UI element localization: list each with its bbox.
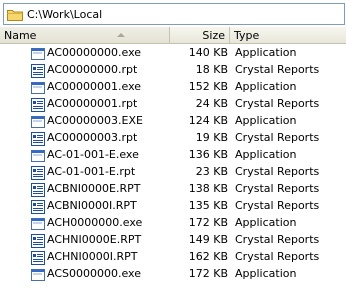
file-row[interactable]: AC00000000.rpt 18 KB Crystal Reports bbox=[0, 61, 346, 78]
file-type: Crystal Reports bbox=[235, 63, 320, 76]
column-header-size[interactable]: Size bbox=[170, 27, 230, 43]
file-name-cell: ACS0000000.exe bbox=[0, 267, 170, 283]
file-size: 149 KB bbox=[188, 233, 228, 246]
crystal-reports-icon bbox=[30, 182, 46, 198]
file-name-cell: AC00000001.exe bbox=[0, 80, 170, 96]
file-size: 136 KB bbox=[188, 148, 228, 161]
file-name-cell: AC-01-001-E.rpt bbox=[0, 165, 170, 181]
application-icon bbox=[30, 148, 46, 164]
column-header-size-label: Size bbox=[202, 28, 225, 42]
file-name-cell: AC00000001.rpt bbox=[0, 97, 170, 113]
file-row[interactable]: AC00000000.exe 140 KB Application bbox=[0, 44, 346, 61]
file-name-cell: ACBNI0000E.RPT bbox=[0, 182, 170, 198]
crystal-reports-icon bbox=[30, 250, 46, 266]
file-name-cell: AC-01-001-E.exe bbox=[0, 148, 170, 164]
file-name-cell: ACHNI0000E.RPT bbox=[0, 233, 170, 249]
column-header-name[interactable]: Name bbox=[0, 27, 170, 43]
file-size: 152 KB bbox=[188, 80, 228, 93]
explorer-window: C:\Work\Local Name Size Type AC00000000.… bbox=[0, 0, 346, 302]
file-type: Application bbox=[235, 114, 297, 127]
file-type: Application bbox=[235, 80, 297, 93]
file-size: 135 KB bbox=[188, 199, 228, 212]
crystal-reports-icon bbox=[30, 165, 46, 181]
file-type: Application bbox=[235, 267, 297, 280]
file-name: ACBNI0000E.RPT bbox=[47, 182, 141, 195]
file-name-cell: AC00000000.exe bbox=[0, 46, 170, 62]
file-size: 172 KB bbox=[188, 267, 228, 280]
file-type: Crystal Reports bbox=[235, 199, 320, 212]
crystal-reports-icon bbox=[30, 199, 46, 215]
crystal-reports-icon bbox=[30, 63, 46, 79]
application-icon bbox=[30, 267, 46, 283]
crystal-reports-icon bbox=[30, 97, 46, 113]
file-row[interactable]: ACS0000000.exe 172 KB Application bbox=[0, 265, 346, 282]
file-name: ACHNI0000E.RPT bbox=[47, 233, 142, 246]
file-size: 24 KB bbox=[195, 97, 228, 110]
crystal-reports-icon bbox=[30, 233, 46, 249]
column-header: Name Size Type bbox=[0, 27, 346, 44]
file-size: 23 KB bbox=[195, 165, 228, 178]
file-size: 140 KB bbox=[188, 46, 228, 59]
file-row[interactable]: AC00000003.EXE 124 KB Application bbox=[0, 112, 346, 129]
file-name: ACBNI0000I.RPT bbox=[47, 199, 137, 212]
file-type: Crystal Reports bbox=[235, 131, 320, 144]
application-icon bbox=[30, 80, 46, 96]
file-size: 18 KB bbox=[195, 63, 228, 76]
file-size: 124 KB bbox=[188, 114, 228, 127]
file-row[interactable]: AC-01-001-E.exe 136 KB Application bbox=[0, 146, 346, 163]
file-size: 138 KB bbox=[188, 182, 228, 195]
crystal-reports-icon bbox=[30, 131, 46, 147]
file-type: Crystal Reports bbox=[235, 165, 320, 178]
file-name: AC00000000.exe bbox=[47, 46, 142, 59]
file-name-cell: ACH0000000.exe bbox=[0, 216, 170, 232]
file-size: 172 KB bbox=[188, 216, 228, 229]
file-name-cell: ACBNI0000I.RPT bbox=[0, 199, 170, 215]
file-name-cell: ACHNI0000I.RPT bbox=[0, 250, 170, 266]
file-name: AC00000001.rpt bbox=[47, 97, 138, 110]
file-name: AC00000003.rpt bbox=[47, 131, 138, 144]
file-name: AC-01-001-E.exe bbox=[47, 148, 139, 161]
file-name: AC00000001.exe bbox=[47, 80, 142, 93]
file-name: AC-01-001-E.rpt bbox=[47, 165, 136, 178]
file-name-cell: AC00000000.rpt bbox=[0, 63, 170, 79]
address-bar[interactable]: C:\Work\Local bbox=[3, 3, 345, 25]
file-row[interactable]: ACHNI0000E.RPT 149 KB Crystal Reports bbox=[0, 231, 346, 248]
sort-ascending-icon bbox=[117, 33, 125, 37]
file-row[interactable]: AC00000003.rpt 19 KB Crystal Reports bbox=[0, 129, 346, 146]
file-name-cell: AC00000003.EXE bbox=[0, 114, 170, 130]
file-type: Application bbox=[235, 46, 297, 59]
application-icon bbox=[30, 114, 46, 130]
file-type: Crystal Reports bbox=[235, 97, 320, 110]
file-type: Crystal Reports bbox=[235, 250, 320, 263]
file-row[interactable]: AC00000001.rpt 24 KB Crystal Reports bbox=[0, 95, 346, 112]
file-name: AC00000003.EXE bbox=[47, 114, 143, 127]
file-name: ACS0000000.exe bbox=[47, 267, 141, 280]
file-size: 162 KB bbox=[188, 250, 228, 263]
file-list: AC00000000.exe 140 KB Application AC0000000… bbox=[0, 44, 346, 282]
file-row[interactable]: ACHNI0000I.RPT 162 KB Crystal Reports bbox=[0, 248, 346, 265]
file-size: 19 KB bbox=[195, 131, 228, 144]
file-name: AC00000000.rpt bbox=[47, 63, 138, 76]
column-header-type[interactable]: Type bbox=[230, 27, 346, 43]
file-name-cell: AC00000003.rpt bbox=[0, 131, 170, 147]
file-type: Application bbox=[235, 216, 297, 229]
file-type: Crystal Reports bbox=[235, 182, 320, 195]
file-row[interactable]: ACH0000000.exe 172 KB Application bbox=[0, 214, 346, 231]
file-row[interactable]: ACBNI0000E.RPT 138 KB Crystal Reports bbox=[0, 180, 346, 197]
address-path: C:\Work\Local bbox=[27, 7, 103, 21]
file-type: Application bbox=[235, 148, 297, 161]
file-row[interactable]: ACBNI0000I.RPT 135 KB Crystal Reports bbox=[0, 197, 346, 214]
file-name: ACH0000000.exe bbox=[47, 216, 143, 229]
file-name: ACHNI0000I.RPT bbox=[47, 250, 138, 263]
application-icon bbox=[30, 216, 46, 232]
application-icon bbox=[30, 46, 46, 62]
folder-icon bbox=[7, 9, 23, 21]
column-header-name-label: Name bbox=[4, 28, 37, 42]
file-row[interactable]: AC-01-001-E.rpt 23 KB Crystal Reports bbox=[0, 163, 346, 180]
column-header-type-label: Type bbox=[234, 28, 260, 42]
file-row[interactable]: AC00000001.exe 152 KB Application bbox=[0, 78, 346, 95]
file-type: Crystal Reports bbox=[235, 233, 320, 246]
